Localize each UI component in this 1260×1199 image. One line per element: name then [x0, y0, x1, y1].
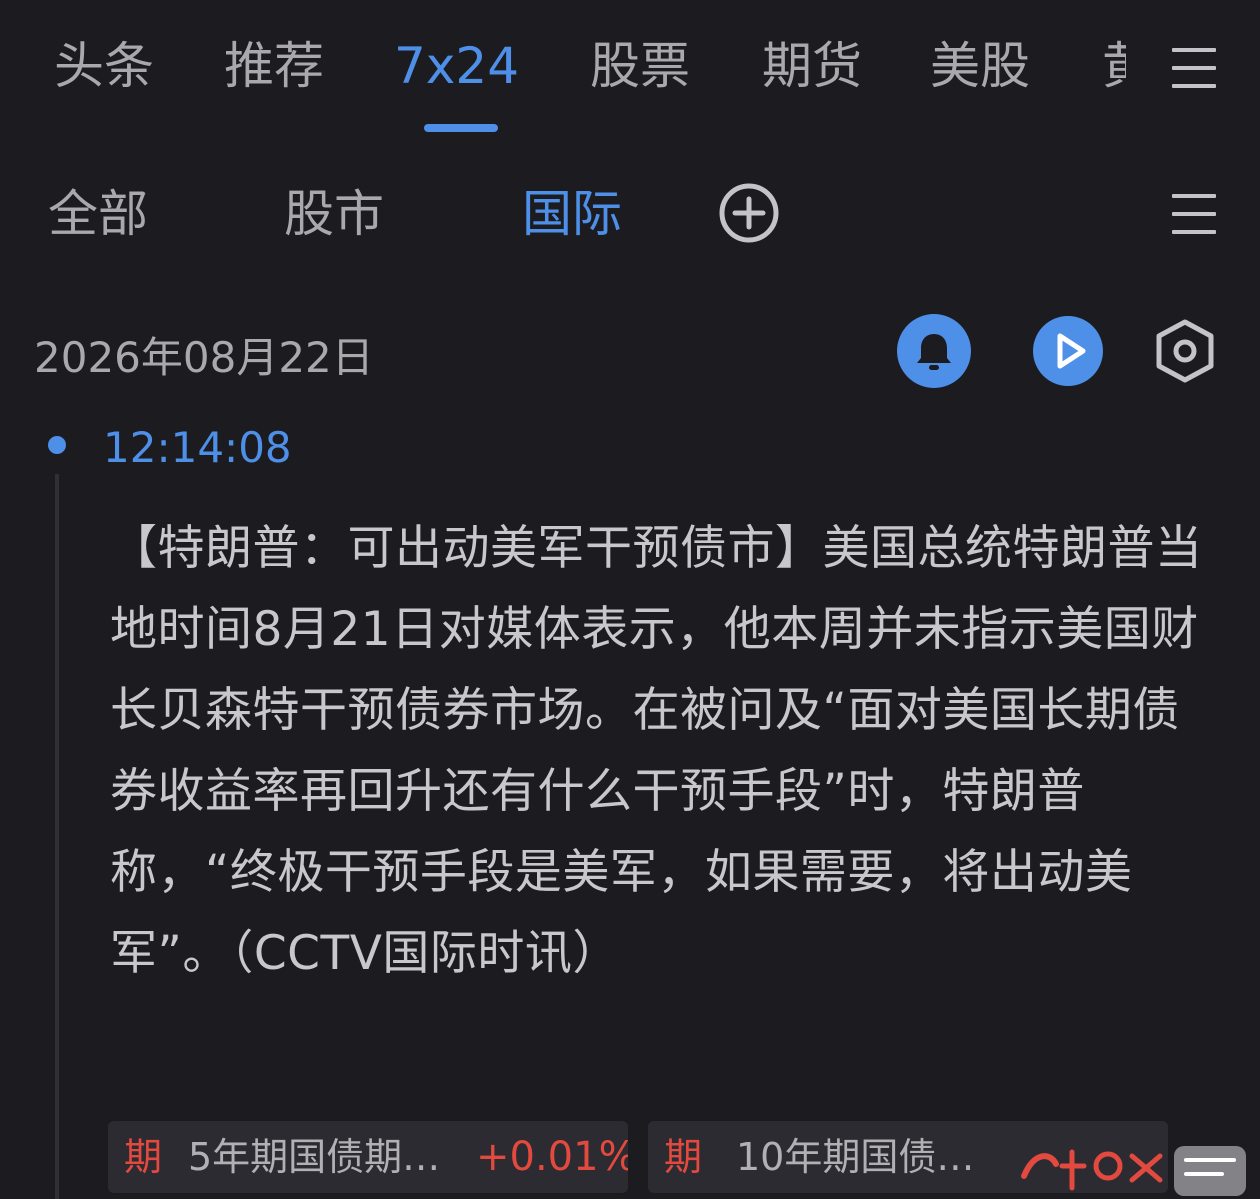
instrument-name: 5年期国债期… — [188, 1135, 441, 1179]
play-icon — [1057, 333, 1086, 369]
settings-hexagon-icon[interactable] — [1154, 318, 1216, 384]
menu-icon[interactable] — [1172, 46, 1216, 90]
feed-date: 2026年08月22日 — [34, 333, 374, 382]
bell-button[interactable] — [897, 314, 971, 388]
news-time: 12:14:08 — [103, 423, 292, 472]
timeline-line — [55, 474, 59, 1199]
bell-icon — [917, 334, 951, 370]
tab-recommended[interactable]: 推荐 — [224, 34, 324, 98]
watermark-graphic — [1021, 1146, 1246, 1196]
instrument-type-label: 期 — [664, 1135, 703, 1179]
instrument-change: +0.01% — [476, 1134, 628, 1180]
subtab-all[interactable]: 全部 — [48, 182, 148, 246]
tab-stocks[interactable]: 股票 — [590, 34, 690, 98]
timeline-dot — [48, 436, 66, 454]
tab-gold[interactable]: 黄 — [1102, 34, 1126, 98]
tab-7x24[interactable]: 7x24 — [394, 34, 519, 98]
subtab-stock-market[interactable]: 股市 — [284, 182, 384, 246]
plus-circle-icon[interactable] — [718, 182, 780, 244]
news-feed-screen: 头条 推荐 7x24 股票 期货 美股 黄 全部 股市 国际 2026年08月2… — [0, 0, 1260, 1199]
tab-us-stocks[interactable]: 美股 — [930, 34, 1030, 98]
active-tab-indicator — [424, 124, 498, 132]
top-tab-bar: 头条 推荐 7x24 股票 期货 美股 黄 — [0, 0, 1260, 150]
news-content[interactable]: 【特朗普：可出动美军干预债市】美国总统特朗普当地时间8月21日对媒体表示，他本周… — [110, 508, 1220, 994]
instrument-type-label: 期 — [124, 1135, 163, 1179]
subtab-international[interactable]: 国际 — [522, 182, 622, 246]
tab-futures[interactable]: 期货 — [762, 34, 862, 98]
instrument-name: 10年期国债… — [736, 1135, 975, 1179]
play-button[interactable] — [1033, 316, 1103, 386]
tab-headlines[interactable]: 头条 — [54, 34, 154, 98]
menu-icon[interactable] — [1172, 192, 1216, 236]
related-instrument-tag[interactable]: 期 5年期国债期… +0.01% — [108, 1121, 628, 1193]
